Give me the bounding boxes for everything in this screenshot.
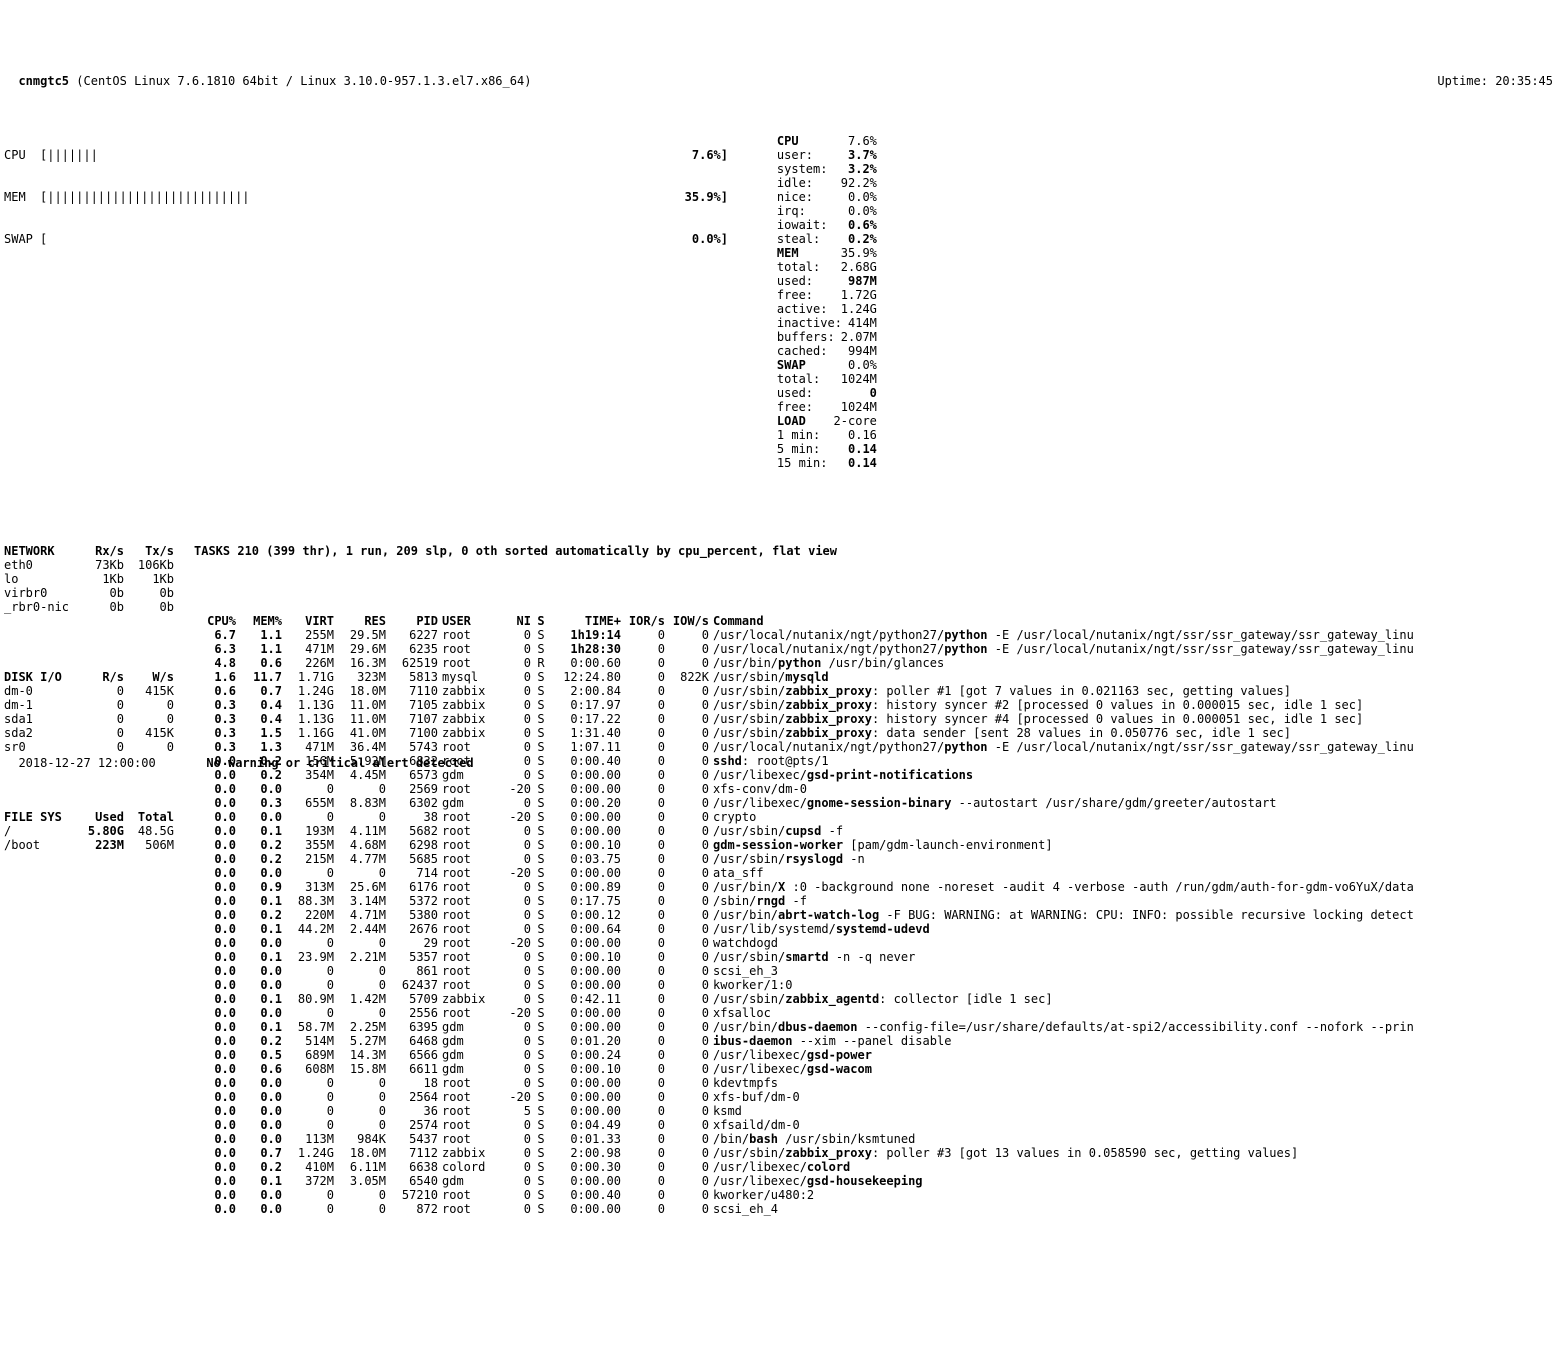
usage-bars: CPU[||||||| 7.6%] MEM[||||||||||||||||||…	[4, 120, 728, 484]
task-row[interactable]: 0.00.188.3M3.14M5372root0S0:17.7500/sbin…	[194, 894, 1416, 908]
cpu-bar: CPU[||||||| 7.6%]	[4, 148, 728, 162]
side-row: sda100	[4, 712, 174, 726]
side-row: sda20415K	[4, 726, 174, 740]
task-row[interactable]: 0.00.123.9M2.21M5357root0S0:00.1000/usr/…	[194, 950, 1416, 964]
mem-stats2: active:1.24Ginactive:414Mbuffers:2.07Mca…	[777, 302, 877, 358]
stat-blocks: CPU7.6%user:3.7%system:3.2%idle:92.2% ni…	[748, 120, 907, 484]
os-info: (CentOS Linux 7.6.1810 64bit / Linux 3.1…	[76, 74, 531, 88]
task-row[interactable]: 6.31.1471M29.6M6235root0S1h28:3000/usr/l…	[194, 642, 1416, 656]
mem-bar: MEM[|||||||||||||||||||||||||||| 35.9%]	[4, 190, 728, 204]
tasks-panel: TASKS 210 (399 thr), 1 run, 209 slp, 0 o…	[194, 516, 1553, 1244]
task-row[interactable]: 0.00.000861root0S0:00.0000scsi_eh_3	[194, 964, 1416, 978]
task-row[interactable]: 6.71.1255M29.5M6227root0S1h19:1400/usr/l…	[194, 628, 1416, 642]
task-row[interactable]: 0.00.00018root0S0:00.0000kdevtmpfs	[194, 1076, 1416, 1090]
task-row[interactable]: 0.00.71.24G18.0M7112zabbix0S2:00.9800/us…	[194, 1146, 1416, 1160]
task-row[interactable]: 0.00.180.9M1.42M5709zabbix0S0:42.1100/us…	[194, 992, 1416, 1006]
task-row[interactable]: 4.80.6226M16.3M62519root0R0:00.6000/usr/…	[194, 656, 1416, 670]
side-row: lo1Kb1Kb	[4, 572, 174, 586]
task-row[interactable]: 0.00.144.2M2.44M2676root0S0:00.6400/usr/…	[194, 922, 1416, 936]
task-row[interactable]: 0.00.0002569root-20S0:00.0000xfs-conv/dm…	[194, 782, 1416, 796]
filesys-table: FILE SYSUsedTotal/5.80G48.5G/boot223M506…	[4, 810, 174, 852]
side-row: _rbr0-nic0b0b	[4, 600, 174, 614]
side-row: dm-00415K	[4, 684, 174, 698]
hostname: cnmgtc5	[18, 74, 69, 88]
task-row[interactable]: 0.00.1372M3.05M6540gdm0S0:00.0000/usr/li…	[194, 1174, 1416, 1188]
header: cnmgtc5 (CentOS Linux 7.6.1810 64bit / L…	[4, 60, 1553, 88]
task-row[interactable]: 0.00.2355M4.68M6298root0S0:00.1000gdm-se…	[194, 838, 1416, 852]
task-row[interactable]: 0.00.00038root-20S0:00.0000crypto	[194, 810, 1416, 824]
task-row[interactable]: 0.00.2410M6.11M6638colord0S0:00.3000/usr…	[194, 1160, 1416, 1174]
sidebar: NETWORKRx/sTx/seth073Kb106Kblo1Kb1Kbvirb…	[4, 516, 194, 1244]
main-area: NETWORKRx/sTx/seth073Kb106Kblo1Kb1Kbvirb…	[4, 516, 1553, 1244]
task-row[interactable]: 0.31.51.16G41.0M7100zabbix0S1:31.4000/us…	[194, 726, 1416, 740]
footer-alert: No warning or critical alert detected	[206, 756, 473, 770]
mem-stats: MEM35.9%total:2.68Gused:987Mfree:1.72G	[777, 246, 877, 302]
task-row[interactable]: 0.00.1193M4.11M5682root0S0:00.0000/usr/s…	[194, 824, 1416, 838]
side-row: /boot223M506M	[4, 838, 174, 852]
task-row[interactable]: 0.00.0002564root-20S0:00.0000xfs-buf/dm-…	[194, 1090, 1416, 1104]
swap-bar: SWAP[ 0.0%]	[4, 232, 728, 246]
tasks-summary: TASKS 210 (399 thr), 1 run, 209 slp, 0 o…	[194, 544, 1553, 558]
task-row[interactable]: 0.00.2215M4.77M5685root0S0:03.7500/usr/s…	[194, 852, 1416, 866]
task-row[interactable]: 0.00.2354M4.45M6573gdm0S0:00.0000/usr/li…	[194, 768, 1416, 782]
task-row[interactable]: 0.30.41.13G11.0M7107zabbix0S0:17.2200/us…	[194, 712, 1416, 726]
task-row[interactable]: 0.00.6608M15.8M6611gdm0S0:00.1000/usr/li…	[194, 1062, 1416, 1076]
task-row[interactable]: 0.00.9313M25.6M6176root0S0:00.8900/usr/b…	[194, 880, 1416, 894]
task-row[interactable]: 0.00.00057210root0S0:00.4000kworker/u480…	[194, 1188, 1416, 1202]
side-row: eth073Kb106Kb	[4, 558, 174, 572]
side-row: virbr00b0b	[4, 586, 174, 600]
side-row: /5.80G48.5G	[4, 824, 174, 838]
uptime: Uptime: 20:35:45	[1437, 74, 1553, 88]
task-row[interactable]: 0.00.0113M984K5437root0S0:01.3300/bin/ba…	[194, 1132, 1416, 1146]
footer: 2018-12-27 12:00:00 No warning or critic…	[4, 742, 1553, 770]
task-row[interactable]: 0.30.41.13G11.0M7105zabbix0S0:17.9700/us…	[194, 698, 1416, 712]
network-table: NETWORKRx/sTx/seth073Kb106Kblo1Kb1Kbvirb…	[4, 544, 174, 614]
task-row[interactable]: 0.00.0002556root-20S0:00.0000xfsalloc	[194, 1006, 1416, 1020]
task-row[interactable]: 0.60.71.24G18.0M7110zabbix0S2:00.8400/us…	[194, 684, 1416, 698]
task-table[interactable]: CPU%MEM%VIRTRESPIDUSERNISTIME+IOR/sIOW/s…	[194, 614, 1416, 1216]
cpu-stats2: nice:0.0%irq:0.0%iowait:0.6%steal:0.2%	[777, 190, 877, 246]
load-stats: LOAD2-core1 min:0.165 min:0.1415 min:0.1…	[777, 414, 877, 470]
cpu-stats: CPU7.6%user:3.7%system:3.2%idle:92.2%	[777, 134, 877, 190]
task-row[interactable]: 0.00.3655M8.83M6302gdm0S0:00.2000/usr/li…	[194, 796, 1416, 810]
task-row[interactable]: 0.00.00036root5S0:00.0000ksmd	[194, 1104, 1416, 1118]
task-row[interactable]: 0.00.158.7M2.25M6395gdm0S0:00.0000/usr/b…	[194, 1020, 1416, 1034]
footer-timestamp: 2018-12-27 12:00:00	[18, 756, 155, 770]
task-row[interactable]: 0.00.000714root-20S0:00.0000ata_sff	[194, 866, 1416, 880]
task-row[interactable]: 0.00.2514M5.27M6468gdm0S0:01.2000ibus-da…	[194, 1034, 1416, 1048]
task-row[interactable]: 0.00.00029root-20S0:00.0000watchdogd	[194, 936, 1416, 950]
task-row[interactable]: 0.00.2220M4.71M5380root0S0:00.1200/usr/b…	[194, 908, 1416, 922]
side-row: dm-100	[4, 698, 174, 712]
swap-stats: SWAP0.0%total:1024Mused:0free:1024M	[777, 358, 877, 414]
task-row[interactable]: 0.00.0002574root0S0:04.4900xfsaild/dm-0	[194, 1118, 1416, 1132]
summary-row: CPU[||||||| 7.6%] MEM[||||||||||||||||||…	[4, 120, 1553, 484]
task-row[interactable]: 0.00.5689M14.3M6566gdm0S0:00.2400/usr/li…	[194, 1048, 1416, 1062]
task-row[interactable]: 0.00.00062437root0S0:00.0000kworker/1:0	[194, 978, 1416, 992]
task-row[interactable]: 0.00.000872root0S0:00.0000scsi_eh_4	[194, 1202, 1416, 1216]
task-row[interactable]: 1.611.71.71G323M5813mysql0S12:24.800822K…	[194, 670, 1416, 684]
